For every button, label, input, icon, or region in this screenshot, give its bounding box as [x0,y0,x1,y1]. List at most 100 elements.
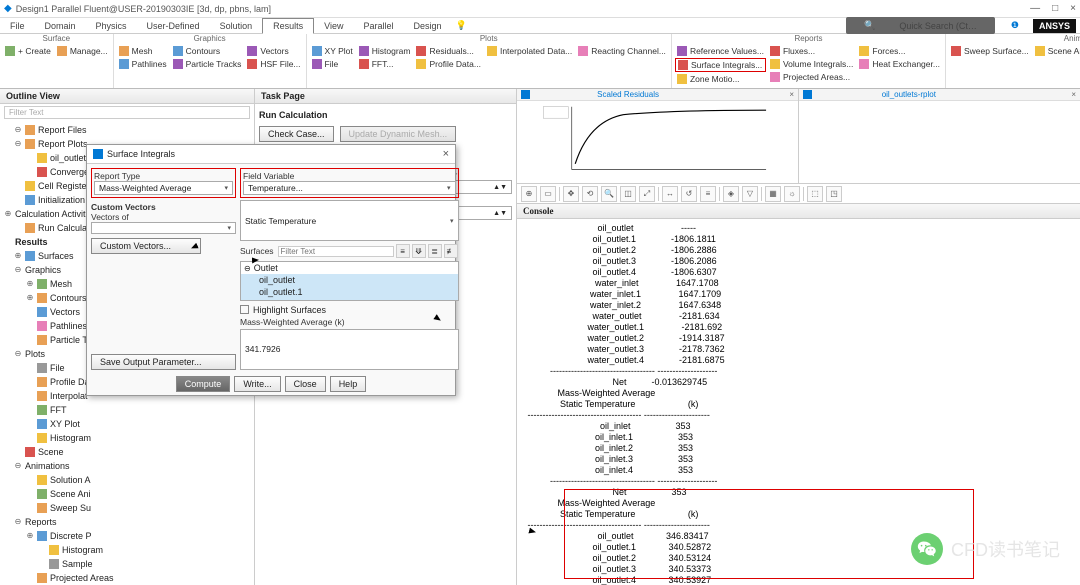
ribbon-reference-values-[interactable]: Reference Values... [675,45,766,57]
ribbon-reacting-channel-[interactable]: Reacting Channel... [576,45,668,57]
tb-select[interactable]: ▭ [540,186,556,202]
tb-fit[interactable]: ⤢ [639,186,655,202]
surface-group-outlet[interactable]: ⊖Outlet [241,262,458,274]
ribbon-scene-animation-[interactable]: Scene Animation... [1033,45,1080,57]
console-output[interactable]: oil_outlet ----- oil_outlet.1 -1806.1811… [517,219,1080,585]
surfaces-list[interactable]: ⊖Outletoil_outletoil_outlet.1oil_outlet.… [240,261,459,300]
dialog-close[interactable]: × [443,148,449,160]
tree-sweep-su[interactable]: Sweep Su [4,501,250,515]
tree-reports[interactable]: ⊖Reports [4,515,250,529]
tb-light[interactable]: ☼ [784,186,800,202]
tree-discrete-p[interactable]: ⊕Discrete P [4,529,250,543]
tb-render[interactable]: ▦ [765,186,781,202]
tree-fft[interactable]: FFT [4,403,250,417]
help-icon[interactable]: ❶ [1001,18,1029,33]
ribbon-fluxes-[interactable]: Fluxes... [768,45,855,57]
tree-report-files[interactable]: ⊖Report Files [4,123,250,137]
ribbon-surface-integrals-[interactable]: Surface Integrals... [675,58,766,72]
tree-histogram[interactable]: Histogram [4,543,250,557]
ribbon-file[interactable]: File [310,58,355,70]
save-output-parameter-button[interactable]: Save Output Parameter... [91,354,236,370]
menu-parallel[interactable]: Parallel [353,19,403,33]
surface-oil-outlet[interactable]: oil_outlet [241,274,458,286]
ribbon-pathlines[interactable]: Pathlines [117,58,169,70]
ribbon-profile-data-[interactable]: Profile Data... [414,58,483,70]
tree-sample[interactable]: Sample [4,557,250,571]
dialog-title-text: Surface Integrals [107,149,175,159]
tb-iso[interactable]: ⬚ [807,186,823,202]
ribbon-residuals-[interactable]: Residuals... [414,45,483,57]
tb-persp[interactable]: ▽ [742,186,758,202]
tree-animations[interactable]: ⊖Animations [4,459,250,473]
tb-ortho[interactable]: ◈ [723,186,739,202]
help-button[interactable]: Help [330,376,367,392]
tb-zoom-box[interactable]: ◫ [620,186,636,202]
tb-rotate[interactable]: ⟲ [582,186,598,202]
menu-design[interactable]: Design [404,19,452,33]
tb-roll[interactable]: ↺ [681,186,697,202]
menu-view[interactable]: View [314,19,353,33]
report-type-select[interactable]: Mass-Weighted Average [94,181,233,195]
tb-pan[interactable]: ✥ [563,186,579,202]
ribbon--create[interactable]: + Create [3,45,53,57]
ribbon-sweep-surface-[interactable]: Sweep Surface... [949,45,1031,57]
menu-solution[interactable]: Solution [210,19,263,33]
ribbon-projected-areas-[interactable]: Projected Areas... [768,71,855,83]
ribbon-fft-[interactable]: FFT... [357,58,413,70]
ribbon-mesh[interactable]: Mesh [117,45,169,57]
menu-physics[interactable]: Physics [86,19,137,33]
check-case-button[interactable]: Check Case... [259,126,334,142]
tree-scene[interactable]: Scene [4,445,250,459]
menu-user-defined[interactable]: User-Defined [137,19,210,33]
ribbon-contours[interactable]: Contours [171,45,244,57]
custom-vectors-button[interactable]: Custom Vectors... [91,238,201,254]
rplot-close[interactable]: × [1071,90,1076,99]
quick-search[interactable]: 🔍Quick Search (Ct… [846,17,995,34]
residuals-close[interactable]: × [789,90,794,99]
ribbon-hsf-file-[interactable]: HSF File... [245,58,302,70]
lightbulb-icon[interactable]: 💡 [452,18,471,33]
tree-scene-ani[interactable]: Scene Ani [4,487,250,501]
menu-domain[interactable]: Domain [35,19,86,33]
select-all[interactable]: ≣ [428,244,442,258]
ribbon-icon [578,46,588,56]
ribbon-histogram[interactable]: Histogram [357,45,413,57]
vectors-of-select[interactable] [91,222,236,234]
tb-probe[interactable]: ⊕ [521,186,537,202]
window-minimize[interactable]: — [1030,3,1040,14]
tree-xy-plot[interactable]: XY Plot [4,417,250,431]
ribbon-xy-plot[interactable]: XY Plot [310,45,355,57]
ribbon-forces-[interactable]: Forces... [857,45,942,57]
filter-type[interactable]: ⟱ [412,244,426,258]
tb-measure[interactable]: ↔ [662,186,678,202]
ribbon-heat-exchanger-[interactable]: Heat Exchanger... [857,58,942,70]
tree-solution-a[interactable]: Solution A [4,473,250,487]
outline-filter[interactable]: Filter Text [4,106,250,119]
window-maximize[interactable]: □ [1052,3,1058,14]
field-subtype-select[interactable]: Static Temperature [240,200,459,241]
tree-histogram[interactable]: Histogram [4,431,250,445]
highlight-surfaces-checkbox[interactable] [240,305,249,314]
write-button[interactable]: Write... [234,376,280,392]
filter-toggle[interactable]: ≡ [396,244,410,258]
tree-projected-areas[interactable]: Projected Areas [4,571,250,585]
surfaces-filter[interactable] [278,246,394,257]
ribbon-vectors[interactable]: Vectors [245,45,302,57]
close-button[interactable]: Close [285,376,326,392]
tb-zoom[interactable]: 🔍 [601,186,617,202]
ribbon-manage-[interactable]: Manage... [55,45,110,57]
menu-results[interactable]: Results [262,18,314,34]
menu-file[interactable]: File [0,19,35,33]
surface-oil-outlet-2[interactable]: oil_outlet.2 [241,298,458,300]
compute-button[interactable]: Compute [176,376,231,392]
tb-axis[interactable]: ≡ [700,186,716,202]
ribbon-zone-motio-[interactable]: Zone Motio... [675,73,766,85]
ribbon-volume-integrals-[interactable]: Volume Integrals... [768,58,855,70]
field-variable-select[interactable]: Temperature... [243,181,456,195]
ribbon-interpolated-data-[interactable]: Interpolated Data... [485,45,574,57]
surface-oil-outlet-1[interactable]: oil_outlet.1 [241,286,458,298]
window-close[interactable]: × [1070,3,1076,14]
ribbon-particle-tracks[interactable]: Particle Tracks [171,58,244,70]
tb-iso2[interactable]: ◳ [826,186,842,202]
deselect-all[interactable]: ≢ [444,244,458,258]
